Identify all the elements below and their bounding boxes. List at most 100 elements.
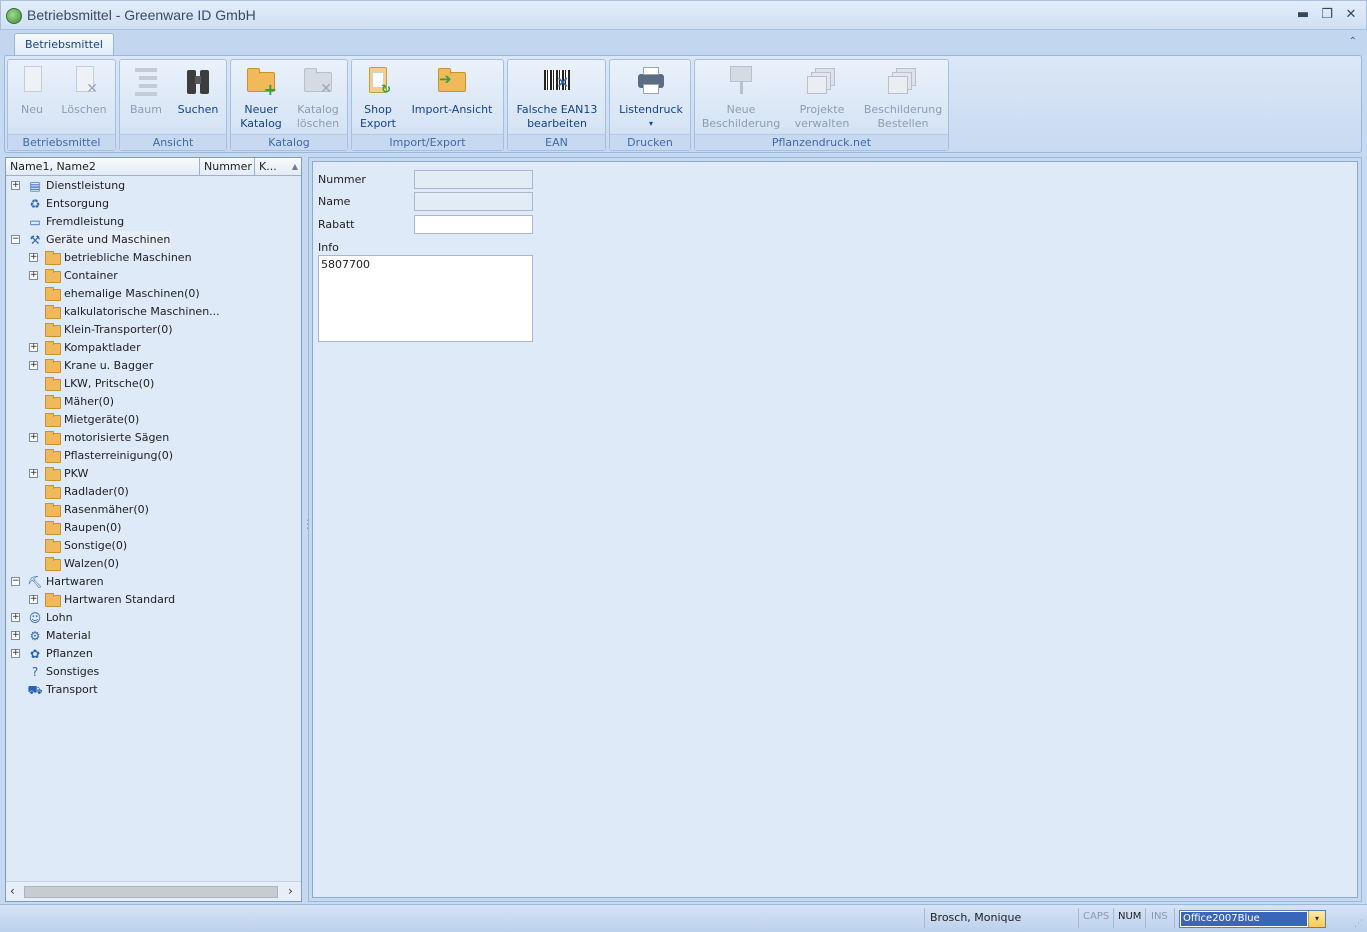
tree-node[interactable]: Radlader(0): [6, 483, 301, 501]
tree-node[interactable]: kalkulatorische Maschinen...: [6, 303, 301, 321]
falsche-ean13-button[interactable]: ✕ Falsche EAN13 bearbeiten: [513, 64, 601, 131]
tree-node[interactable]: Klein-Transporter(0): [6, 321, 301, 339]
folder-icon: [45, 503, 61, 517]
tree-node-label: Transport: [46, 683, 98, 696]
skin-select[interactable]: Office2007Blue ▾: [1179, 910, 1326, 928]
tree-node-label: Radlader(0): [64, 485, 129, 498]
app-icon[interactable]: [6, 8, 22, 24]
tree-node-label: Raupen(0): [64, 521, 122, 534]
tree-node[interactable]: − ⛏ Hartwaren: [6, 573, 301, 591]
scrollbar-thumb[interactable]: [24, 886, 278, 898]
tree-node-label: Geräte und Maschinen: [45, 231, 172, 249]
scroll-right-icon[interactable]: ›: [288, 884, 293, 898]
expand-icon[interactable]: +: [11, 613, 20, 622]
tree-node-label: Sonstige(0): [64, 539, 128, 552]
tree-node[interactable]: − ⚒ Geräte und Maschinen: [6, 231, 301, 249]
rabatt-input[interactable]: [414, 215, 533, 234]
tree-node[interactable]: + ⚙ Material: [6, 627, 301, 645]
tree-node[interactable]: + Hartwaren Standard: [6, 591, 301, 609]
expand-icon[interactable]: +: [29, 253, 38, 262]
expand-icon[interactable]: +: [29, 361, 38, 370]
tree-node[interactable]: ehemalige Maschinen(0): [6, 285, 301, 303]
tree-node[interactable]: + PKW: [6, 465, 301, 483]
katalog-loeschen-button[interactable]: ✕ Katalog löschen: [293, 64, 343, 131]
neu-button[interactable]: Neu: [14, 64, 50, 117]
nummer-input[interactable]: [414, 170, 533, 189]
column-header-name[interactable]: Name1, Name2: [6, 158, 200, 175]
tree-node[interactable]: Pflasterreinigung(0): [6, 447, 301, 465]
listendruck-button[interactable]: Listendruck ▾: [615, 64, 687, 131]
beschilderung-bestellen-button[interactable]: Beschilderung Bestellen: [863, 64, 943, 131]
tree-node[interactable]: LKW, Pritsche(0): [6, 375, 301, 393]
tree-node[interactable]: + Kompaktlader: [6, 339, 301, 357]
minimize-button[interactable]: ▬: [1292, 5, 1314, 25]
expand-icon[interactable]: +: [29, 595, 38, 604]
chevron-down-icon[interactable]: ▾: [1308, 911, 1325, 927]
folder-icon: [45, 341, 61, 355]
tree-node-label: kalkulatorische Maschinen...: [64, 305, 220, 318]
group-label-betriebsmittel: Betriebsmittel: [8, 134, 115, 150]
tree-node[interactable]: ? Sonstiges: [6, 663, 301, 681]
scroll-left-icon[interactable]: ‹: [10, 884, 15, 898]
tree-node[interactable]: Raupen(0): [6, 519, 301, 537]
expand-icon[interactable]: +: [11, 181, 20, 190]
expand-icon[interactable]: +: [29, 433, 38, 442]
caps-indicator: CAPS: [1083, 911, 1110, 922]
tree-node[interactable]: + ☺ Lohn: [6, 609, 301, 627]
tab-betriebsmittel[interactable]: Betriebsmittel: [14, 33, 114, 57]
suchen-button[interactable]: Suchen: [174, 64, 222, 117]
neue-beschilderung-button[interactable]: Neue Beschilderung: [701, 64, 781, 131]
tree-node[interactable]: Mäher(0): [6, 393, 301, 411]
tree-node[interactable]: Mietgeräte(0): [6, 411, 301, 429]
resize-grip-icon[interactable]: ⋰: [1354, 919, 1363, 929]
info-textarea[interactable]: 5807700: [318, 255, 533, 342]
category-icon: ⛟: [27, 683, 43, 697]
tree-node-label: LKW, Pritsche(0): [64, 377, 155, 390]
category-icon: ✿: [29, 647, 41, 661]
tree-node[interactable]: Walzen(0): [6, 555, 301, 573]
collapse-icon[interactable]: −: [11, 235, 20, 244]
tree-node[interactable]: + Container: [6, 267, 301, 285]
expand-icon[interactable]: +: [11, 649, 20, 658]
baum-button[interactable]: Baum: [126, 64, 166, 117]
folder-icon: [45, 449, 61, 463]
tree-node[interactable]: Rasenmäher(0): [6, 501, 301, 519]
projekte-verwalten-button[interactable]: Projekte verwalten: [787, 64, 857, 131]
tree-node[interactable]: + Krane u. Bagger: [6, 357, 301, 375]
category-icon: ⚒: [29, 233, 41, 247]
tree-node[interactable]: Sonstige(0): [6, 537, 301, 555]
collapse-icon[interactable]: −: [11, 577, 20, 586]
expand-icon[interactable]: +: [29, 469, 38, 478]
horizontal-scrollbar[interactable]: ‹ ›: [6, 881, 301, 901]
name-input[interactable]: [414, 192, 533, 211]
expand-icon[interactable]: +: [11, 631, 20, 640]
tree-node-label: Material: [46, 629, 91, 642]
neuer-katalog-button[interactable]: + Neuer Katalog: [237, 64, 285, 131]
tree-node[interactable]: ♻ Entsorgung: [6, 195, 301, 213]
import-ansicht-button[interactable]: ➔ Import-Ansicht: [408, 64, 496, 117]
loeschen-button[interactable]: ✕ Löschen: [58, 64, 110, 117]
ribbon: Neu ✕ Löschen Betriebsmittel Baum Suchen: [4, 55, 1362, 153]
folder-icon: [45, 395, 61, 409]
tree-node-label: Pflanzen: [46, 647, 93, 660]
ribbon-collapse-icon[interactable]: ⌃: [1349, 36, 1357, 47]
category-icon: ☺: [28, 611, 42, 625]
new-folder-icon: +: [244, 64, 278, 98]
tree-node[interactable]: + ✿ Pflanzen: [6, 645, 301, 663]
tree-node[interactable]: + motorisierte Sägen: [6, 429, 301, 447]
ribbon-tab-strip: Betriebsmittel ⌃: [0, 30, 1367, 57]
maximize-button[interactable]: ❐: [1316, 5, 1338, 25]
shop-export-button[interactable]: ↻ Shop Export: [358, 64, 398, 131]
expand-icon[interactable]: +: [29, 343, 38, 352]
tree-node[interactable]: ⛟ Transport: [6, 681, 301, 699]
tree-node[interactable]: + ▤ Dienstleistung: [6, 177, 301, 195]
tree-node[interactable]: + betriebliche Maschinen: [6, 249, 301, 267]
tree-node[interactable]: ▭ Fremdleistung: [6, 213, 301, 231]
column-header-nummer[interactable]: Nummer: [200, 158, 255, 175]
close-button[interactable]: ✕: [1340, 5, 1362, 25]
expand-icon[interactable]: +: [29, 271, 38, 280]
skin-select-value: Office2007Blue: [1181, 912, 1307, 926]
column-header-k[interactable]: K... ▲: [255, 158, 301, 175]
folder-icon: [45, 485, 61, 499]
folder-icon: [45, 431, 61, 445]
